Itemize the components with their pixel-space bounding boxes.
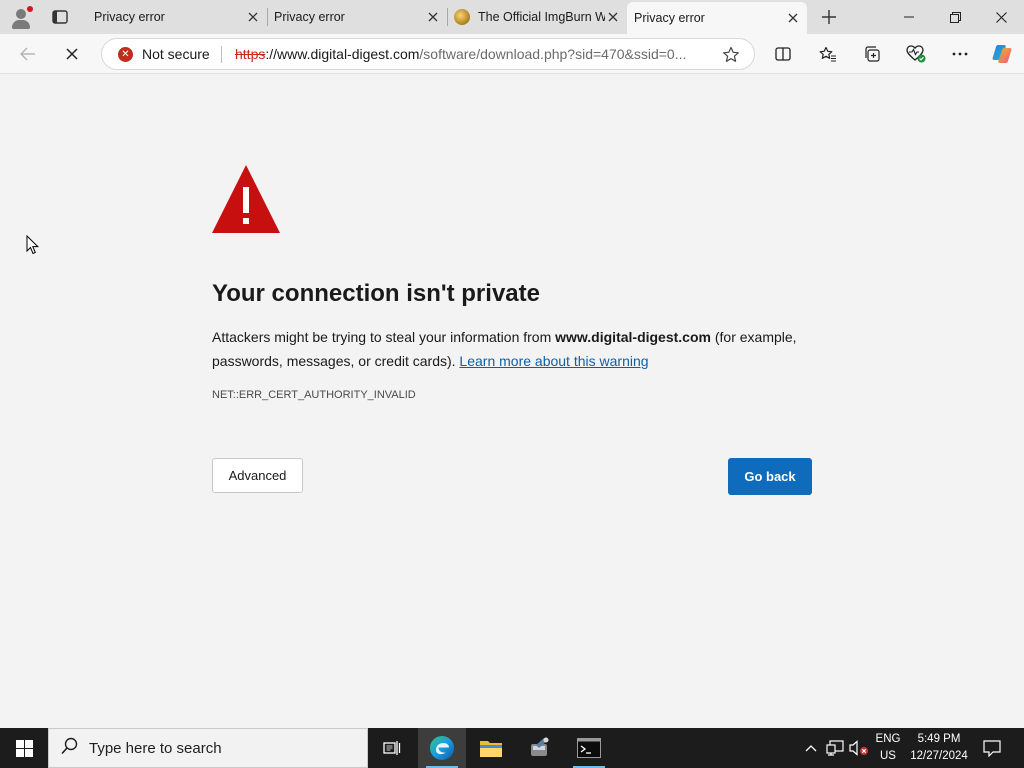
error-heading: Your connection isn't private (212, 280, 540, 307)
split-screen-icon[interactable] (769, 40, 797, 68)
folder-icon (480, 741, 502, 757)
input-language-indicator[interactable]: ENG US (872, 731, 904, 765)
task-view-button[interactable] (368, 728, 416, 768)
windows-logo-icon (15, 739, 33, 757)
mouse-cursor-icon (26, 234, 40, 255)
warning-triangle-icon (212, 165, 280, 233)
security-label: Not secure (142, 46, 210, 62)
task-view-icon (383, 741, 401, 755)
taskbar: Type here to search ENG US 5:49 PM 12/27… (0, 728, 1024, 768)
tab-separator (447, 8, 448, 26)
tab-3[interactable]: The Official ImgBurn W (447, 0, 627, 34)
taskbar-search-box[interactable]: Type here to search (48, 728, 368, 768)
taskbar-file-explorer-app[interactable] (467, 728, 515, 768)
notifications-icon[interactable] (978, 728, 1006, 768)
tab-strip: Privacy error Privacy error The Official… (0, 0, 1024, 34)
tab-title: Privacy error (94, 10, 165, 24)
error-description: Attackers might be trying to steal your … (212, 325, 822, 373)
more-options-icon[interactable] (946, 40, 974, 68)
advanced-button[interactable]: Advanced (212, 458, 303, 493)
close-tab-icon[interactable] (425, 9, 441, 25)
description-text: Attackers might be trying to steal your … (212, 329, 556, 345)
close-window-button[interactable] (978, 0, 1024, 34)
browser-toolbar: ✕ Not secure https://www.digital-digest.… (0, 34, 1024, 74)
close-tab-icon[interactable] (605, 9, 621, 25)
back-arrow-icon[interactable] (14, 40, 42, 68)
language-region: US (880, 750, 896, 762)
edge-icon (430, 736, 454, 760)
tab-4-active[interactable]: Privacy error (627, 2, 807, 34)
language-code: ENG (875, 733, 901, 745)
tab-title: Privacy error (634, 11, 705, 25)
close-tab-icon[interactable] (245, 9, 261, 25)
restore-button[interactable] (932, 0, 978, 34)
browser-essentials-icon[interactable] (902, 40, 930, 68)
tab-2[interactable]: Privacy error (267, 0, 447, 34)
url-path: /software/download.php?sid=470&ssid=0... (419, 46, 687, 62)
error-page: Your connection isn't private Attackers … (0, 75, 1024, 728)
imgburn-favicon-icon (454, 9, 470, 25)
learn-more-link[interactable]: Learn more about this warning (459, 353, 648, 369)
description-host: www.digital-digest.com (555, 329, 711, 345)
error-code: NET::ERR_CERT_AUTHORITY_INVALID (212, 389, 416, 401)
profile-icon[interactable] (9, 5, 33, 29)
tab-1[interactable]: Privacy error (87, 0, 267, 34)
tab-separator (267, 8, 268, 26)
taskbar-terminal-app[interactable] (565, 728, 613, 768)
taskbar-disc-tool-app[interactable] (516, 728, 564, 768)
disc-tool-icon (531, 737, 549, 756)
copilot-icon[interactable] (988, 40, 1016, 68)
clock-date: 12/27/2024 (910, 750, 968, 762)
new-tab-icon[interactable] (817, 7, 841, 27)
search-icon (61, 737, 79, 760)
close-tab-icon[interactable] (785, 10, 801, 26)
taskbar-edge-app[interactable] (418, 728, 466, 768)
volume-muted-icon[interactable] (847, 728, 871, 768)
go-back-button[interactable]: Go back (728, 458, 812, 495)
clock-time: 5:49 PM (917, 733, 961, 745)
tab-title: The Official ImgBurn W (478, 10, 605, 24)
terminal-icon (577, 738, 601, 758)
tab-title: Privacy error (274, 10, 345, 24)
security-indicator[interactable]: ✕ Not secure (118, 39, 210, 69)
favorite-star-icon[interactable] (720, 44, 742, 66)
search-placeholder: Type here to search (89, 739, 222, 757)
url-scheme: https (235, 46, 266, 62)
system-clock[interactable]: 5:49 PM 12/27/2024 (906, 731, 972, 765)
stop-loading-icon[interactable] (58, 40, 86, 68)
minimize-button[interactable] (886, 0, 932, 34)
tab-actions-icon[interactable] (47, 7, 73, 27)
collections-icon[interactable] (858, 40, 886, 68)
url-text[interactable]: https://www.digital-digest.com/software/… (235, 39, 705, 69)
show-hidden-icons-chevron-icon[interactable] (800, 728, 822, 768)
address-separator (221, 46, 222, 63)
not-secure-icon: ✕ (118, 46, 133, 62)
network-icon[interactable] (823, 728, 847, 768)
url-host: ://www.digital-digest.com (265, 46, 420, 62)
favorites-icon[interactable] (814, 40, 842, 68)
address-bar[interactable]: ✕ Not secure https://www.digital-digest.… (101, 38, 755, 70)
start-button[interactable] (0, 728, 48, 768)
